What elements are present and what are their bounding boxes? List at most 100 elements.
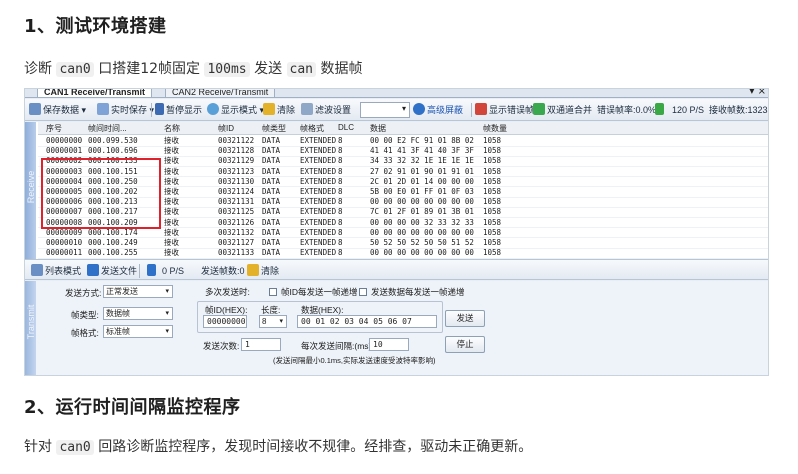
- cell-count: 1058: [483, 146, 502, 156]
- list-mode-button[interactable]: 列表模式: [31, 263, 81, 279]
- arrow-right-icon: [87, 264, 99, 276]
- send-mode-label: 发送方式:: [65, 288, 102, 298]
- cell-name: 接收: [164, 217, 179, 227]
- cell-data: 00 00 00 00 32 33 32 33: [370, 217, 474, 227]
- cell-index: 00000000: [46, 136, 83, 145]
- cell-name: 接收: [164, 227, 179, 237]
- frame-type-select[interactable]: 数据帧 ▾: [103, 307, 173, 320]
- interval-note: (发送间隔最小0.1ms,实际发送速度受波特率影响): [273, 356, 436, 365]
- close-icon[interactable]: ▾ ×: [749, 89, 766, 97]
- channel-tabs: CAN1 Receive/Transmit CAN2 Receive/Trans…: [25, 89, 768, 98]
- cell-frame-id: 00321133: [218, 248, 255, 258]
- table-row[interactable]: 00000009 000.100.174 接收 00321132 DATA EXTENDE…: [38, 227, 768, 239]
- cell-frame-id: 00321128: [218, 146, 255, 156]
- col-data[interactable]: 数据: [370, 123, 386, 134]
- stop-button[interactable]: 停止: [445, 336, 485, 353]
- table-header: 序号 帧间时间... 名称 帧ID 帧类型 帧格式 DLC 数据 帧数量: [38, 122, 768, 135]
- cell-frame-id: 00321131: [218, 197, 255, 207]
- cell-dlc: 8: [338, 248, 343, 258]
- cell-data: 27 02 91 01 90 01 91 01: [370, 166, 474, 176]
- cell-frame-format: EXTENDED: [300, 207, 337, 217]
- save-data-button[interactable]: 保存数据 ▾: [29, 102, 86, 118]
- realtime-save-button[interactable]: 实时保存 ▾: [97, 102, 154, 118]
- data-input[interactable]: 00 01 02 03 04 05 06 07: [297, 315, 437, 328]
- realtime-save-icon: [97, 103, 109, 115]
- cell-count: 1058: [483, 187, 502, 196]
- col-name[interactable]: 名称: [164, 123, 180, 134]
- filter-icon: [301, 103, 313, 115]
- cell-data: 34 33 32 32 1E 1E 1E 1E: [370, 156, 474, 166]
- cell-name: 接收: [164, 187, 179, 196]
- cell-dlc: 8: [338, 176, 343, 186]
- cell-frame-type: DATA: [262, 146, 281, 156]
- cell-frame-format: EXTENDED: [300, 227, 337, 237]
- cell-frame-type: DATA: [262, 238, 281, 247]
- send-count-input[interactable]: 1: [241, 338, 281, 351]
- cell-frame-id: 00321125: [218, 207, 255, 217]
- cell-frame-format: EXTENDED: [300, 156, 337, 166]
- chevron-down-icon: ▾: [401, 104, 406, 113]
- show-error-frame-button[interactable]: 显示错误帧: [475, 102, 534, 118]
- table-row[interactable]: 00000010 000.100.249 接收 00321127 DATA EXTENDE…: [38, 238, 768, 249]
- col-dlc[interactable]: DLC: [338, 123, 354, 132]
- cell-index: 00000009: [46, 227, 83, 237]
- transmit-toolbar: 列表模式 发送文件 0 P/S 发送帧数:0 清除: [25, 259, 768, 280]
- cell-frame-type: DATA: [262, 227, 281, 237]
- col-frame-format[interactable]: 帧格式: [300, 123, 324, 134]
- frame-id-input[interactable]: 00000000: [203, 315, 247, 328]
- cell-name: 接收: [164, 156, 179, 166]
- cell-count: 1058: [483, 217, 502, 227]
- cell-count: 1058: [483, 166, 502, 176]
- data-increment-checkbox[interactable]: [359, 288, 367, 296]
- save-icon: [29, 103, 41, 115]
- paragraph-test-setup: 诊断 can0 口搭建12帧固定 100ms 发送 can 数据帧: [24, 61, 363, 77]
- table-row[interactable]: 00000001 000.100.696 接收 00321128 DATA EXTENDE…: [38, 146, 768, 157]
- filter-settings-button[interactable]: 滤波设置: [301, 102, 351, 118]
- send-mode-select[interactable]: 正常发送 ▾: [103, 285, 173, 298]
- clear-button[interactable]: 清除: [263, 102, 295, 118]
- broom-icon: [247, 264, 259, 276]
- multi-send-label: 多次发送时:: [205, 287, 250, 297]
- cell-name: 接收: [164, 176, 179, 186]
- frame-type-label: 帧类型:: [71, 310, 99, 320]
- cell-dlc: 8: [338, 197, 343, 207]
- id-increment-checkbox[interactable]: [269, 288, 277, 296]
- arrow-down-icon: [147, 264, 156, 276]
- frame-format-select[interactable]: 标准帧 ▾: [103, 325, 173, 338]
- col-interval[interactable]: 帧间时间...: [88, 123, 127, 134]
- cell-dlc: 8: [338, 207, 343, 217]
- display-mode-button[interactable]: 显示模式 ▾: [207, 102, 264, 118]
- pause-display-button[interactable]: 暂停显示: [155, 102, 202, 118]
- filter-combo[interactable]: ▾: [360, 102, 410, 118]
- send-button[interactable]: 发送: [445, 310, 485, 327]
- send-file-button[interactable]: 发送文件: [87, 263, 137, 279]
- table-row[interactable]: 00000000 000.099.530 接收 00321122 DATA EXTENDE…: [38, 136, 768, 147]
- col-index[interactable]: 序号: [46, 123, 62, 134]
- cell-interval: 000.100.696: [88, 146, 138, 156]
- tab-can1[interactable]: CAN1 Receive/Transmit: [37, 89, 153, 97]
- col-frame-id[interactable]: 帧ID: [218, 123, 234, 134]
- table-row[interactable]: 00000011 000.100.255 接收 00321133 DATA EXTENDE…: [38, 248, 768, 259]
- tab-can2[interactable]: CAN2 Receive/Transmit: [165, 89, 276, 97]
- paragraph-monitor-program: 针对 can0 回路诊断监控程序，发现时间接收不规律。经排查，驱动未正确更新。: [24, 439, 533, 455]
- col-frame-type[interactable]: 帧类型: [262, 123, 286, 134]
- cell-frame-type: DATA: [262, 166, 281, 176]
- advanced-screen-button[interactable]: 高级屏蔽: [413, 102, 463, 118]
- receive-panel: Receive 序号 帧间时间... 名称 帧ID 帧类型 帧格式 DLC 数据…: [25, 122, 768, 259]
- tx-rate-indicator: 0 P/S: [147, 263, 184, 279]
- interval-label: 每次发送间隔:(ms): [301, 341, 372, 351]
- cell-data: 50 52 50 52 50 50 51 52: [370, 238, 474, 247]
- dual-channel-merge-button[interactable]: 双通道合并: [533, 102, 592, 118]
- arrow-up-icon: [655, 103, 664, 115]
- heading-test-setup: 1、测试环境搭建: [24, 16, 167, 37]
- tx-clear-button[interactable]: 清除: [247, 263, 279, 279]
- data-increment-label: 发送数据每发送一帧递增: [371, 287, 465, 297]
- refresh-icon: [207, 103, 219, 115]
- length-select[interactable]: 8 ▾: [259, 315, 287, 328]
- chevron-down-icon: ▾: [279, 318, 283, 325]
- interval-input[interactable]: 10: [369, 338, 409, 351]
- cell-name: 接收: [164, 207, 179, 217]
- col-count[interactable]: 帧数量: [483, 123, 507, 134]
- cell-dlc: 8: [338, 156, 343, 166]
- cell-name: 接收: [164, 238, 179, 247]
